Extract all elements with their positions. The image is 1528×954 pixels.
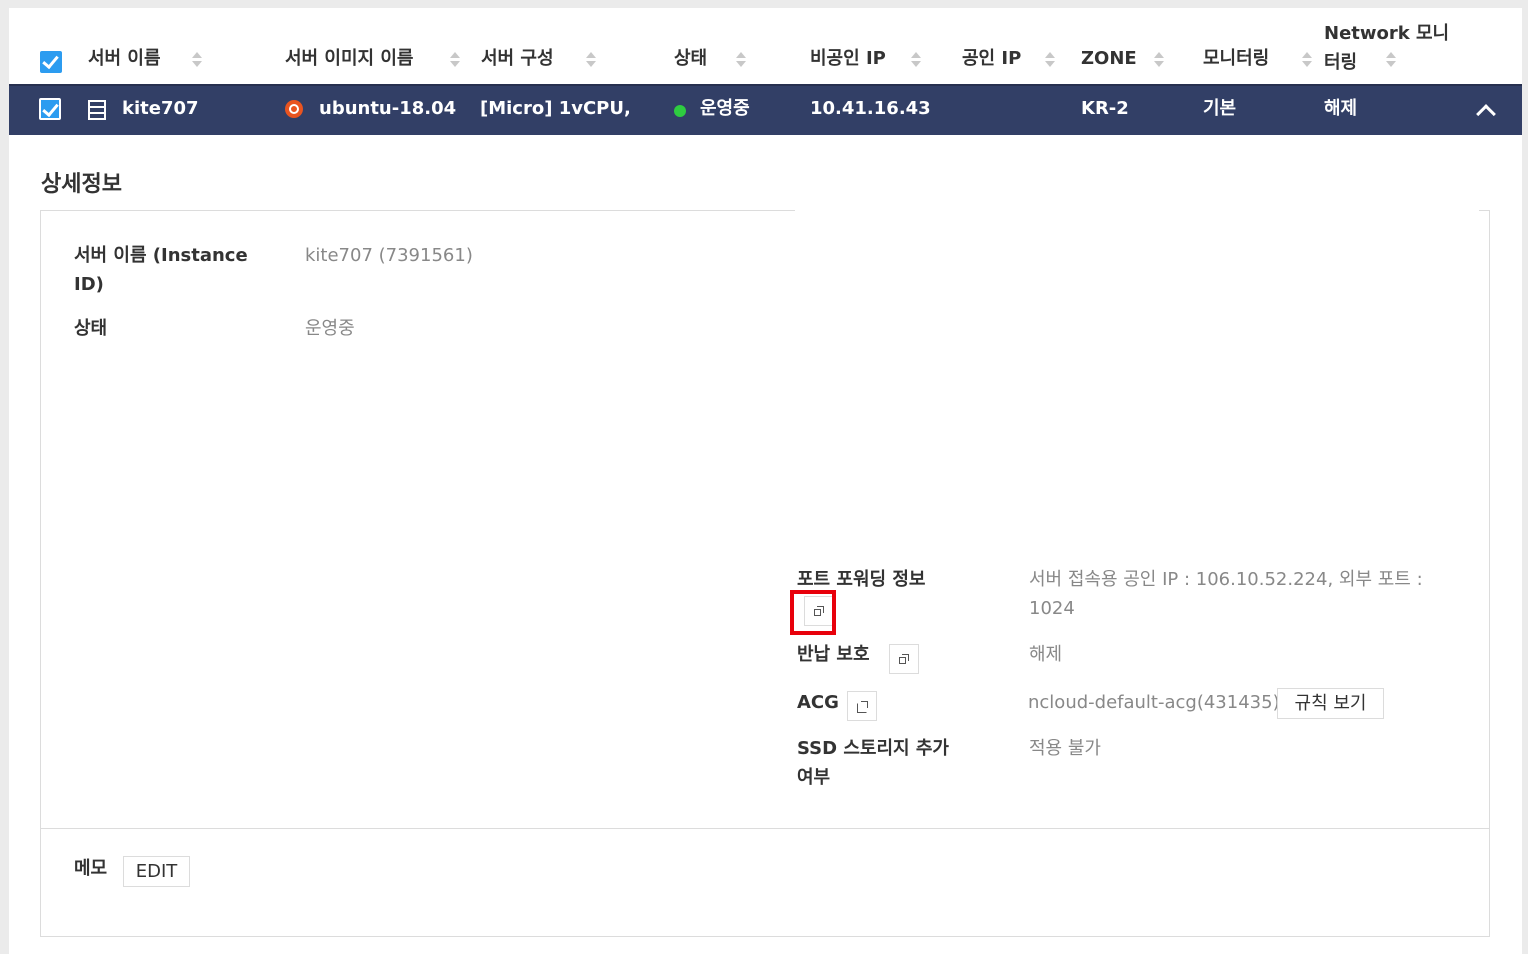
row-network-monitoring: 해제	[1324, 98, 1358, 119]
return-protection-value: 해제	[1029, 644, 1063, 665]
col-monitoring[interactable]: 모니터링	[1203, 48, 1269, 70]
ssd-label: SSD 스토리지 추가 여부	[797, 738, 949, 788]
box-top-gap	[795, 206, 1479, 216]
sort-icon[interactable]	[1154, 51, 1164, 69]
acg-label: ACG	[797, 692, 839, 713]
col-server-name[interactable]: 서버 이름	[88, 48, 161, 70]
ubuntu-icon	[285, 100, 303, 118]
sort-icon[interactable]	[450, 51, 460, 69]
server-name-label: 서버 이름 (Instance ID)	[74, 245, 248, 295]
row-private-ip: 10.41.16.43	[810, 98, 931, 119]
row-checkbox[interactable]	[39, 98, 61, 120]
return-protection-toggle-button[interactable]	[889, 644, 919, 674]
server-name-value: kite707 (7391561)	[305, 245, 473, 266]
detail-title: 상세정보	[41, 172, 122, 197]
return-protection-label: 반납 보호	[797, 644, 870, 665]
table-header: 서버 이름 서버 이미지 이름 서버 구성 상태 비공인 IP 공인 IP ZO…	[9, 8, 1522, 84]
col-server-spec[interactable]: 서버 구성	[481, 48, 554, 70]
copy-icon	[899, 654, 909, 664]
row-server-spec: [Micro] 1vCPU, 1...	[480, 98, 632, 119]
sort-icon[interactable]	[736, 51, 746, 69]
select-all-checkbox[interactable]	[40, 51, 62, 73]
row-image-name: ubuntu-18.04	[319, 98, 457, 119]
row-zone: KR-2	[1081, 98, 1129, 119]
status-label: 상태	[74, 318, 108, 339]
divider	[41, 828, 1489, 829]
sort-icon[interactable]	[1045, 51, 1055, 69]
highlight-box	[790, 590, 836, 635]
server-panel: 서버 이름 서버 이미지 이름 서버 구성 상태 비공인 IP 공인 IP ZO…	[9, 8, 1522, 954]
row-server-name: kite707	[122, 98, 199, 119]
table-row[interactable]: kite707 ubuntu-18.04 [Micro] 1vCPU, 1...…	[9, 84, 1522, 135]
external-link-icon	[857, 701, 868, 713]
sort-icon[interactable]	[1386, 51, 1396, 69]
col-zone[interactable]: ZONE	[1081, 48, 1137, 70]
sort-icon[interactable]	[192, 51, 202, 69]
acg-external-link-button[interactable]	[847, 691, 877, 721]
acg-value: ncloud-default-acg(431435)	[1028, 692, 1280, 713]
sort-icon[interactable]	[911, 51, 921, 69]
memo-label: 메모	[74, 858, 108, 879]
memo-edit-button[interactable]: EDIT	[123, 856, 190, 887]
row-status: 운영중	[700, 98, 750, 119]
ssd-value: 적용 불가	[1029, 738, 1101, 759]
col-public-ip[interactable]: 공인 IP	[962, 48, 1021, 70]
chevron-up-icon[interactable]	[1477, 102, 1491, 116]
port-forwarding-value: 서버 접속용 공인 IP : 106.10.52.224, 외부 포트 : 10…	[1029, 569, 1423, 619]
sort-icon[interactable]	[586, 51, 596, 69]
col-image-name[interactable]: 서버 이미지 이름	[285, 48, 413, 70]
col-status[interactable]: 상태	[674, 48, 707, 70]
detail-box: 서버 이름 (Instance ID) kite707 (7391561) 상태…	[40, 210, 1490, 937]
sort-icon[interactable]	[1302, 51, 1312, 69]
acg-rules-button[interactable]: 규칙 보기	[1277, 688, 1384, 719]
server-icon	[88, 100, 106, 120]
col-private-ip[interactable]: 비공인 IP	[810, 48, 886, 70]
row-monitoring: 기본	[1203, 98, 1237, 119]
status-running-icon	[674, 105, 686, 117]
status-value: 운영중	[305, 318, 355, 339]
